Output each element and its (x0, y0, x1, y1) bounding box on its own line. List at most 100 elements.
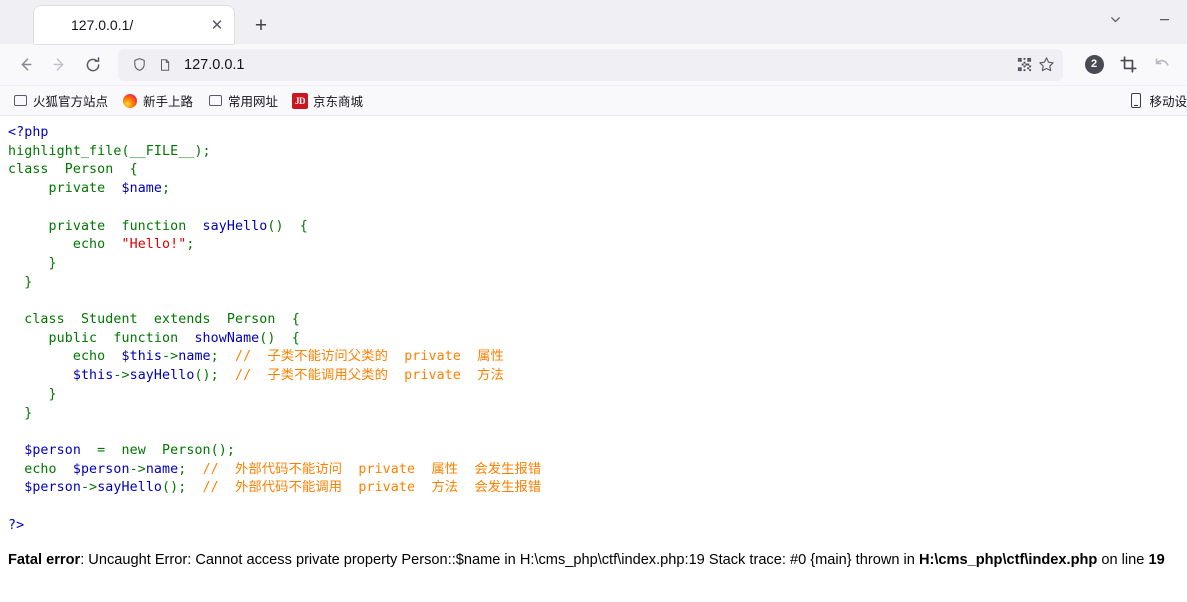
back-button[interactable] (8, 49, 42, 81)
bookmark-label: 火狐官方站点 (33, 95, 109, 109)
forward-button[interactable] (42, 49, 76, 81)
code-token: Person (162, 442, 211, 458)
code-token: ); (194, 143, 211, 159)
code-token: $this (72, 368, 114, 384)
code-line: <?php (8, 124, 1179, 143)
code-line: $person = new Person(); (8, 442, 1179, 461)
code-token: () { (259, 330, 300, 346)
code-token: __FILE__ (129, 143, 195, 159)
code-token: <?php (8, 125, 49, 140)
star-icon[interactable] (1035, 54, 1057, 76)
minimize-button[interactable] (1141, 1, 1187, 37)
bookmark-item[interactable]: 火狐官方站点 (6, 89, 114, 113)
toolbar-extensions: 2 (1071, 49, 1179, 81)
code-token: ; (210, 349, 235, 365)
bookmark-item[interactable]: JD 京东商城 (286, 89, 369, 113)
code-line: class Student extends Person { (8, 311, 1179, 330)
code-token: (); (194, 368, 235, 384)
code-token: $name (121, 181, 163, 197)
folder-icon (207, 93, 223, 109)
code-token: // 子类不能调用父类的 private 方法 (234, 368, 504, 384)
crop-icon[interactable] (1111, 49, 1145, 81)
code-token: } (8, 255, 57, 271)
code-token: class Student extends Person { (8, 312, 300, 328)
code-line: class Person { (8, 161, 1179, 180)
bookmark-item[interactable]: 新手上路 (116, 89, 199, 113)
browser-tab[interactable]: 127.0.0.1/ ✕ (34, 6, 234, 44)
code-token: "Hello!" (121, 237, 187, 253)
undo-arrow-icon[interactable] (1145, 49, 1179, 81)
bookmark-label: 移动设 (1149, 95, 1187, 109)
notification-badge[interactable]: 2 (1077, 49, 1111, 81)
code-line: public function showName() { (8, 330, 1179, 349)
error-emphasis: 19 (1148, 552, 1165, 569)
code-line: echo $person->name; // 外部代码不能访问 private … (8, 461, 1179, 480)
code-token: name (178, 349, 211, 365)
shield-icon[interactable] (128, 54, 150, 76)
code-token: } (8, 386, 57, 402)
tab-title: 127.0.0.1/ (71, 17, 134, 33)
code-line: $this->sayHello(); // 子类不能调用父类的 private … (8, 367, 1179, 386)
code-token: () { (267, 218, 308, 234)
code-line: } (8, 386, 1179, 405)
bookmark-label: 新手上路 (143, 95, 194, 109)
title-bar: 127.0.0.1/ ✕ + (0, 0, 1187, 44)
code-token: class Person { (8, 162, 138, 178)
code-token: $this (121, 349, 163, 365)
code-token: // 外部代码不能访问 private 属性 会发生报错 (202, 461, 542, 477)
reload-button[interactable] (76, 49, 110, 81)
page-icon[interactable] (154, 54, 176, 76)
qr-code-icon[interactable] (1013, 54, 1035, 76)
bookmark-item[interactable]: 常用网址 (201, 89, 284, 113)
error-emphasis: H:\cms_php\ctf\index.php (918, 552, 1098, 569)
error-text: : Uncaught Error: Cannot access private … (80, 552, 919, 569)
new-tab-button[interactable]: + (246, 10, 276, 40)
code-token: -> (129, 461, 146, 477)
code-line: } (8, 405, 1179, 424)
bookmark-label: 京东商城 (313, 95, 364, 109)
bookmarks-bar: 火狐官方站点 新手上路 常用网址 JD 京东商城 移动设 (0, 86, 1187, 116)
close-icon[interactable]: ✕ (206, 14, 228, 36)
url-text[interactable]: 127.0.0.1 (184, 57, 1013, 73)
badge-count: 2 (1084, 55, 1104, 74)
code-line: private function sayHello() { (8, 218, 1179, 237)
code-line: echo $this->name; // 子类不能访问父类的 private 属… (8, 348, 1179, 367)
code-line: } (8, 255, 1179, 274)
bookmark-item-mobile[interactable]: 移动设 (1124, 89, 1187, 113)
code-token: echo (8, 237, 122, 253)
code-token: ?> (8, 517, 25, 533)
chevron-down-icon[interactable] (1089, 1, 1141, 37)
php-fatal-error-message: Fatal error: Uncaught Error: Cannot acce… (8, 549, 1179, 571)
code-token: = new (80, 442, 163, 458)
mobile-device-icon (1128, 93, 1144, 109)
code-token: } (8, 274, 33, 290)
window-controls (1089, 0, 1187, 38)
address-bar[interactable]: 127.0.0.1 (118, 48, 1063, 81)
navigation-toolbar: 127.0.0.1 2 (0, 44, 1187, 86)
error-text: on line (1097, 552, 1149, 569)
urlbar-actions (1013, 54, 1057, 76)
code-token: $person (72, 461, 130, 477)
folder-icon (12, 93, 28, 109)
code-token: sayHello (202, 218, 268, 234)
code-token: -> (80, 480, 98, 496)
code-token: sayHello (129, 368, 195, 384)
code-line: $person->sayHello(); // 外部代码不能调用 private… (8, 479, 1179, 498)
code-token: } (8, 405, 33, 421)
code-token: (); (162, 480, 203, 496)
code-token: ; (162, 181, 171, 197)
code-token: highlight_file (8, 143, 122, 159)
code-token: ; (178, 461, 203, 477)
code-token: (); (210, 442, 235, 458)
code-token: ( (121, 143, 130, 159)
firefox-icon (122, 93, 138, 109)
code-line: ?> (8, 517, 1179, 536)
code-token: name (145, 461, 179, 477)
code-token: public function (8, 330, 195, 346)
page-content: <?php highlight_file(__FILE__); class Pers… (0, 116, 1187, 593)
code-token: showName (194, 330, 260, 346)
tab-strip: 127.0.0.1/ ✕ + (0, 0, 276, 44)
